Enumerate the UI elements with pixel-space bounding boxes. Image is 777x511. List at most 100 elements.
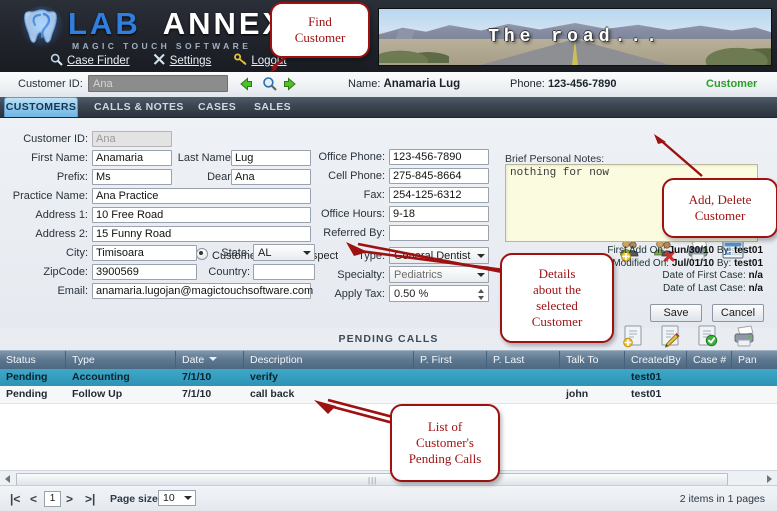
print-calls-icon[interactable] [731, 324, 761, 348]
tab-sales[interactable]: SALES [244, 98, 301, 116]
meta-last-modified: Last Modified On: Jul/01/10 By: test01 [591, 258, 763, 271]
meta-last-case-label: Date of Last Case: [662, 282, 746, 294]
country-field[interactable] [253, 264, 315, 280]
customer-meta-info: First Add On: Jun/30/10 By: test01 Last … [591, 245, 763, 295]
cell-description: verify [250, 371, 279, 383]
edit-call-icon[interactable] [657, 324, 687, 348]
nav-case-finder-label: Case Finder [67, 55, 130, 67]
first-page-icon[interactable]: |< [10, 492, 20, 506]
callout-find-customer: Find Customer [270, 2, 370, 58]
customer-id-search-input[interactable]: Ana [88, 75, 228, 92]
phone-value: 123-456-7890 [547, 78, 617, 90]
address2-field[interactable]: 15 Funny Road [92, 226, 311, 242]
tab-customers[interactable]: CUSTOMERS [4, 97, 78, 117]
column-header-created-by[interactable]: CreatedBy [625, 351, 687, 369]
last-page-icon[interactable]: >| [85, 492, 95, 506]
column-header-description[interactable]: Description [244, 351, 414, 369]
complete-call-icon[interactable] [694, 324, 724, 348]
column-header-status[interactable]: Status [0, 351, 66, 369]
callout-arrow-add-delete [654, 134, 703, 177]
meta-last-case: Date of Last Case: n/a [591, 283, 763, 296]
phone-label: Phone: [510, 78, 545, 90]
add-call-icon[interactable] [620, 324, 650, 348]
customer-id-field[interactable]: Ana [92, 131, 172, 147]
nav-case-finder[interactable]: Case Finder [50, 53, 130, 69]
current-customer-name: Name: Anamaria Lug [348, 78, 460, 90]
column-header-p-last[interactable]: P. Last [487, 351, 560, 369]
tab-calls-and-notes[interactable]: CALLS & NOTES [84, 98, 194, 116]
column-header-date[interactable]: Date [176, 351, 244, 369]
cell-talk-to [560, 369, 625, 386]
cancel-button[interactable]: Cancel [712, 304, 764, 322]
column-header-pan-number[interactable]: Pan Num [732, 351, 777, 384]
cell-pan-number [732, 386, 777, 403]
column-header-date-label: Date [182, 354, 205, 366]
record-type-badge: Customer [706, 78, 758, 90]
table-row[interactable]: Pending Accounting 7/1/10 verify test01 [0, 369, 777, 386]
current-customer-phone: Phone: 123-456-7890 [510, 78, 616, 90]
column-header-p-first[interactable]: P. First [414, 351, 487, 369]
items-count-label: 2 items in 1 pages [679, 493, 765, 505]
cell-type: Accounting [72, 371, 130, 383]
prefix-field[interactable]: Ms [92, 169, 172, 185]
meta-last-case-value: n/a [748, 282, 763, 294]
dear-field[interactable]: Ana [231, 169, 311, 185]
page-size-select[interactable]: 10 [158, 490, 196, 506]
cell-phone-field[interactable]: 275-845-8664 [389, 168, 489, 184]
grid-horizontal-scrollbar[interactable]: ||| [0, 470, 777, 486]
find-customer-button[interactable] [262, 76, 278, 92]
tooth-logo-icon [20, 6, 64, 48]
current-page-input[interactable]: 1 [44, 491, 61, 507]
label-office-phone: Office Phone: [318, 151, 385, 163]
callout-add-delete-customer-text: Add, Delete Customer [688, 192, 752, 223]
email-field[interactable]: anamaria.lugojan@magictouchsoftware.com [92, 283, 313, 299]
fax-field[interactable]: 254-125-6312 [389, 187, 489, 203]
next-customer-button[interactable] [282, 76, 298, 92]
customer-id-bar-label: Customer ID: [18, 78, 83, 90]
column-header-talk-to[interactable]: Talk To [560, 351, 625, 369]
callout-details-selected-customer-text: Details about the selected Customer [531, 266, 583, 329]
address1-field[interactable]: 10 Free Road [92, 207, 311, 223]
chevron-down-icon [184, 496, 192, 500]
state-select[interactable]: AL [253, 244, 315, 261]
cell-type: Follow Up [72, 388, 123, 400]
next-page-icon[interactable]: > [66, 492, 73, 506]
previous-customer-button[interactable] [238, 76, 254, 92]
last-name-field[interactable]: Lug [231, 150, 311, 166]
office-hours-field[interactable]: 9-18 [389, 206, 489, 222]
city-field[interactable]: Timisoara [92, 245, 197, 261]
callout-list-pending-calls: List of Customer's Pending Calls [390, 404, 500, 482]
label-country: Country: [208, 266, 250, 278]
label-address1: Address 1: [35, 209, 88, 221]
first-name-field[interactable]: Anamaria [92, 150, 172, 166]
stepper-down-icon[interactable] [478, 296, 484, 300]
cell-case-number [687, 386, 732, 403]
office-phone-field[interactable]: 123-456-7890 [389, 149, 489, 165]
column-header-type[interactable]: Type [66, 351, 176, 369]
label-practice-name: Practice Name: [12, 190, 88, 202]
label-prefix: Prefix: [56, 171, 88, 183]
meta-last-mod-value: Jul/01/10 [671, 257, 715, 269]
save-button[interactable]: Save [650, 304, 702, 322]
meta-first-case: Date of First Case: n/a [591, 270, 763, 283]
page-size-value: 10 [163, 492, 175, 504]
callout-add-delete-customer: Add, Delete Customer [662, 178, 777, 238]
tab-cases[interactable]: CASES [188, 98, 246, 116]
tools-icon [153, 53, 166, 69]
stepper-up-icon[interactable] [478, 289, 484, 293]
column-header-case-number[interactable]: Case # [687, 351, 732, 369]
label-email: Email: [57, 285, 88, 297]
prev-page-icon[interactable]: < [30, 492, 37, 506]
scrollbar-grip-icon: ||| [368, 476, 378, 485]
scroll-right-icon[interactable] [767, 475, 772, 483]
label-dear: Dear: [207, 171, 234, 183]
scroll-left-icon[interactable] [5, 475, 10, 483]
practice-name-field[interactable]: Ana Practice [92, 188, 311, 204]
meta-first-add-label: First Add On: [607, 245, 666, 256]
label-fax: Fax: [363, 189, 385, 201]
label-cell-phone: Cell Phone: [328, 170, 385, 182]
nav-settings[interactable]: Settings [153, 53, 211, 69]
zipcode-field[interactable]: 3900569 [92, 264, 197, 280]
cell-p-last [487, 369, 560, 386]
page-size-label: Page size: [110, 493, 162, 505]
